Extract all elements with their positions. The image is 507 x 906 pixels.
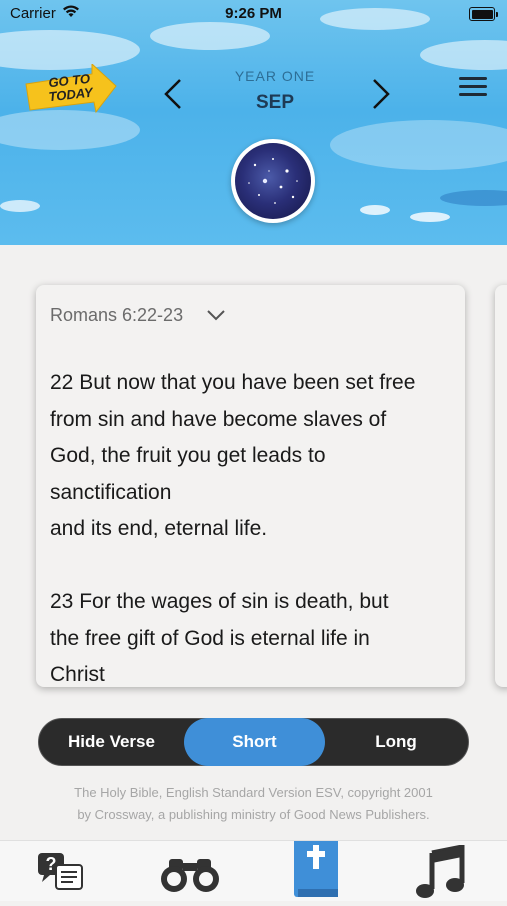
cloud <box>360 205 390 215</box>
chevron-down-icon[interactable] <box>206 308 226 322</box>
verse-line: sanctification <box>50 480 172 504</box>
chevron-left-icon[interactable] <box>162 78 184 110</box>
hamburger-menu-icon[interactable] <box>459 77 487 97</box>
month-label: SEP <box>255 92 295 113</box>
binoculars-icon <box>161 859 219 892</box>
copyright-text: The Holy Bible, English Standard Version… <box>0 782 507 826</box>
battery-icon <box>469 7 498 21</box>
cloud <box>440 190 507 206</box>
copyright-line: The Holy Bible, English Standard Version… <box>74 785 433 800</box>
question-chat-icon: ? <box>38 853 83 890</box>
verse-line: the free gift of God is eternal life in <box>50 626 370 650</box>
chevron-right-icon[interactable] <box>370 78 392 110</box>
verse-line: God, the fruit you get leads to <box>50 444 326 467</box>
starfield-image <box>235 143 311 219</box>
verse-card[interactable]: Romans 6:22-23 22 But now that you have … <box>36 285 465 687</box>
verse-line: and its end, eternal life. <box>50 517 268 540</box>
tab-music[interactable] <box>410 841 475 901</box>
next-verse-card[interactable] <box>495 285 507 687</box>
verse-line: Christ <box>50 663 105 686</box>
short-button[interactable]: Short <box>184 718 325 766</box>
header-banner: Carrier 9:26 PM GO TO TODAY YEAR ONE SEP <box>0 0 507 245</box>
verse-text: 22 But now that you have been set free f… <box>50 365 447 687</box>
verse-line: 23 For the wages of sin is death, but <box>50 590 389 613</box>
svg-text:?: ? <box>46 854 57 874</box>
copyright-line: by Crossway, a publishing ministry of Go… <box>77 807 430 822</box>
verse-reference[interactable]: Romans 6:22-23 <box>50 305 183 326</box>
go-to-today-button[interactable]: GO TO TODAY <box>22 62 118 116</box>
year-label: YEAR ONE <box>234 68 316 84</box>
tab-bar: ? <box>0 837 507 901</box>
cloud <box>420 40 507 70</box>
day-avatar[interactable] <box>231 139 315 223</box>
status-bar: Carrier 9:26 PM <box>0 0 507 28</box>
long-button[interactable]: Long <box>325 718 467 766</box>
hide-verse-button[interactable]: Hide Verse <box>39 718 184 766</box>
cloud <box>0 200 40 212</box>
music-note-icon <box>416 843 465 898</box>
tab-questions[interactable]: ? <box>30 841 100 901</box>
tab-bible[interactable] <box>292 837 344 901</box>
verse-line: from sin and have become slaves of <box>50 407 387 431</box>
bible-icon <box>294 837 338 897</box>
verse-length-segmented-control[interactable]: Hide Verse Short Long <box>38 718 469 766</box>
cloud <box>330 120 507 170</box>
cloud <box>410 212 450 222</box>
status-time: 9:26 PM <box>225 5 282 22</box>
tab-explore[interactable] <box>155 841 230 901</box>
verse-gap <box>50 548 447 585</box>
verse-line: 22 But now that you have been set free <box>50 371 416 394</box>
